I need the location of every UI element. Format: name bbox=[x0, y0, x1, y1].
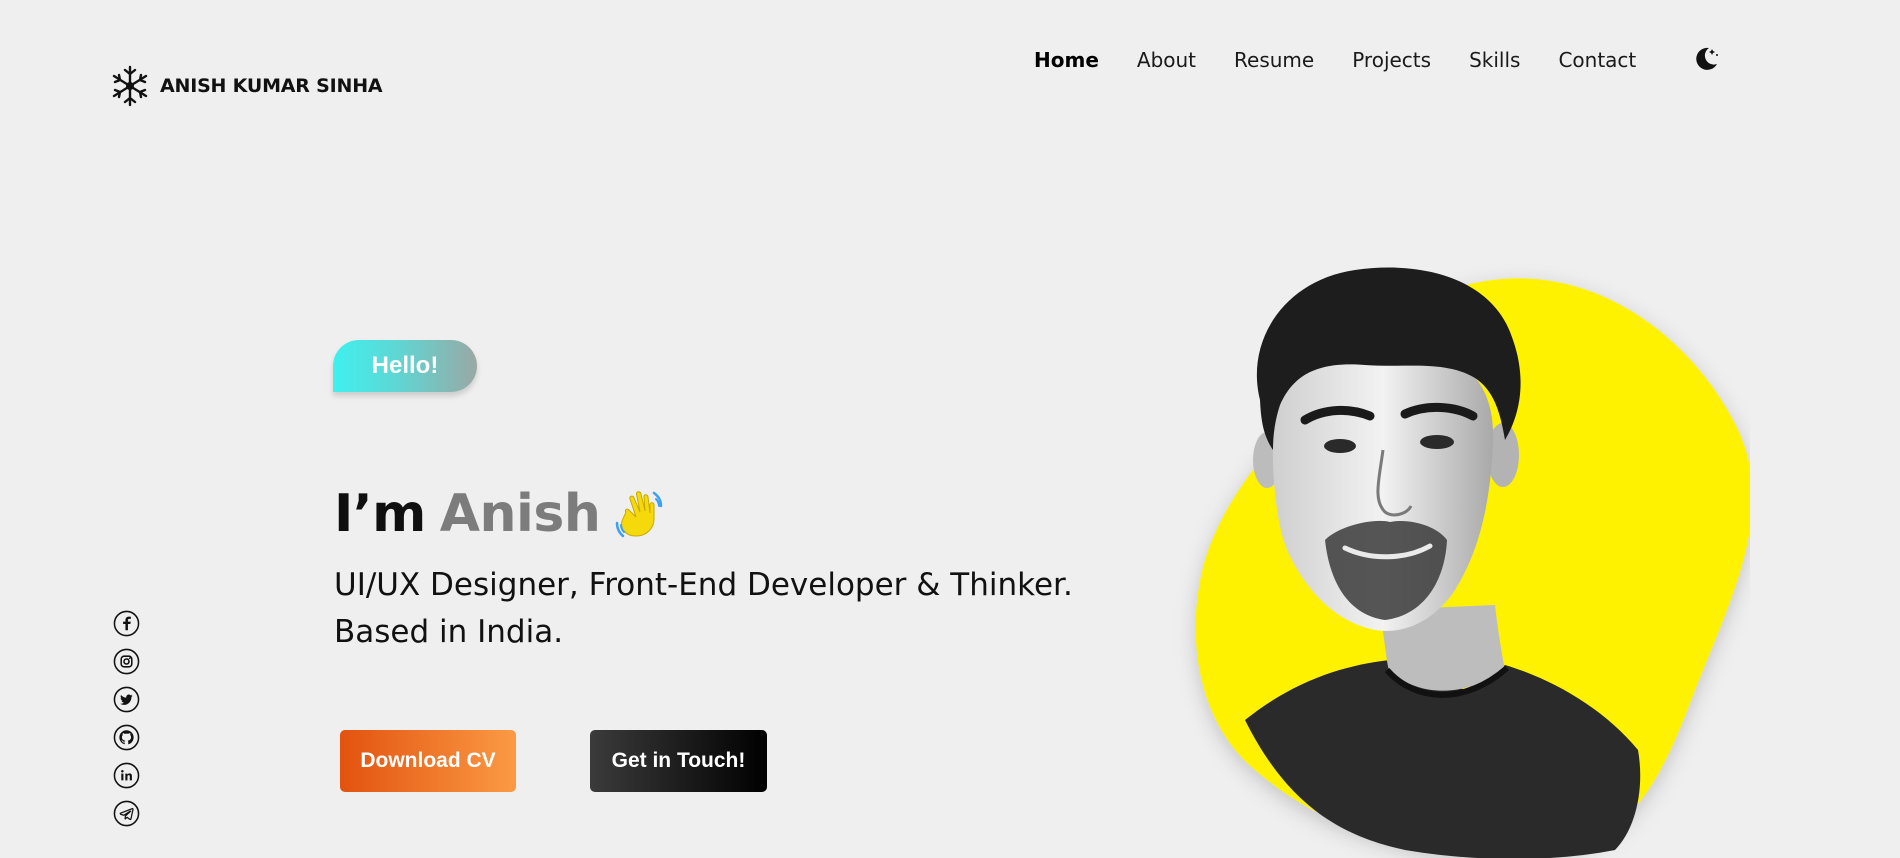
profile-portrait bbox=[1195, 267, 1750, 858]
waving-hand-icon bbox=[616, 491, 663, 538]
linkedin-icon bbox=[113, 762, 140, 789]
social-link-github[interactable] bbox=[113, 724, 140, 751]
hero-heading: I’m Anish bbox=[334, 484, 664, 544]
download-cv-button[interactable]: Download CV bbox=[340, 730, 516, 792]
social-link-instagram[interactable] bbox=[113, 648, 140, 675]
moon-icon[interactable] bbox=[1692, 44, 1720, 72]
nav-item-skills[interactable]: Skills bbox=[1469, 48, 1520, 72]
nav-item-resume[interactable]: Resume bbox=[1234, 48, 1314, 72]
main-nav: Home About Resume Projects Skills Contac… bbox=[1034, 48, 1674, 72]
portfolio-page: ANISH KUMAR SINHA Home About Resume Proj… bbox=[0, 0, 1900, 858]
social-link-linkedin[interactable] bbox=[113, 762, 140, 789]
nav-item-home[interactable]: Home bbox=[1034, 48, 1099, 72]
social-link-facebook[interactable] bbox=[113, 610, 140, 637]
snowflake-icon bbox=[112, 65, 148, 107]
nav-item-about[interactable]: About bbox=[1137, 48, 1196, 72]
hello-badge: Hello! bbox=[333, 340, 477, 392]
tagline-line-1: UI/UX Designer, Front-End Developer & Th… bbox=[334, 567, 1073, 603]
tagline-line-2: Based in India. bbox=[334, 614, 564, 650]
nav-item-contact[interactable]: Contact bbox=[1558, 48, 1636, 72]
hero-tagline: UI/UX Designer, Front-End Developer & Th… bbox=[334, 562, 1094, 656]
social-link-twitter[interactable] bbox=[113, 686, 140, 713]
social-links bbox=[113, 610, 140, 827]
instagram-icon bbox=[113, 648, 140, 675]
twitter-icon bbox=[113, 686, 140, 713]
brand-name: ANISH KUMAR SINHA bbox=[160, 75, 383, 97]
nav-item-projects[interactable]: Projects bbox=[1352, 48, 1431, 72]
telegram-icon bbox=[113, 800, 140, 827]
github-icon bbox=[113, 724, 140, 751]
facebook-icon bbox=[113, 610, 140, 637]
brand[interactable]: ANISH KUMAR SINHA bbox=[110, 64, 383, 108]
heading-name: Anish bbox=[439, 484, 601, 544]
social-link-telegram[interactable] bbox=[113, 800, 140, 827]
get-in-touch-button[interactable]: Get in Touch! bbox=[590, 730, 767, 792]
heading-prefix: I’m bbox=[334, 484, 426, 544]
